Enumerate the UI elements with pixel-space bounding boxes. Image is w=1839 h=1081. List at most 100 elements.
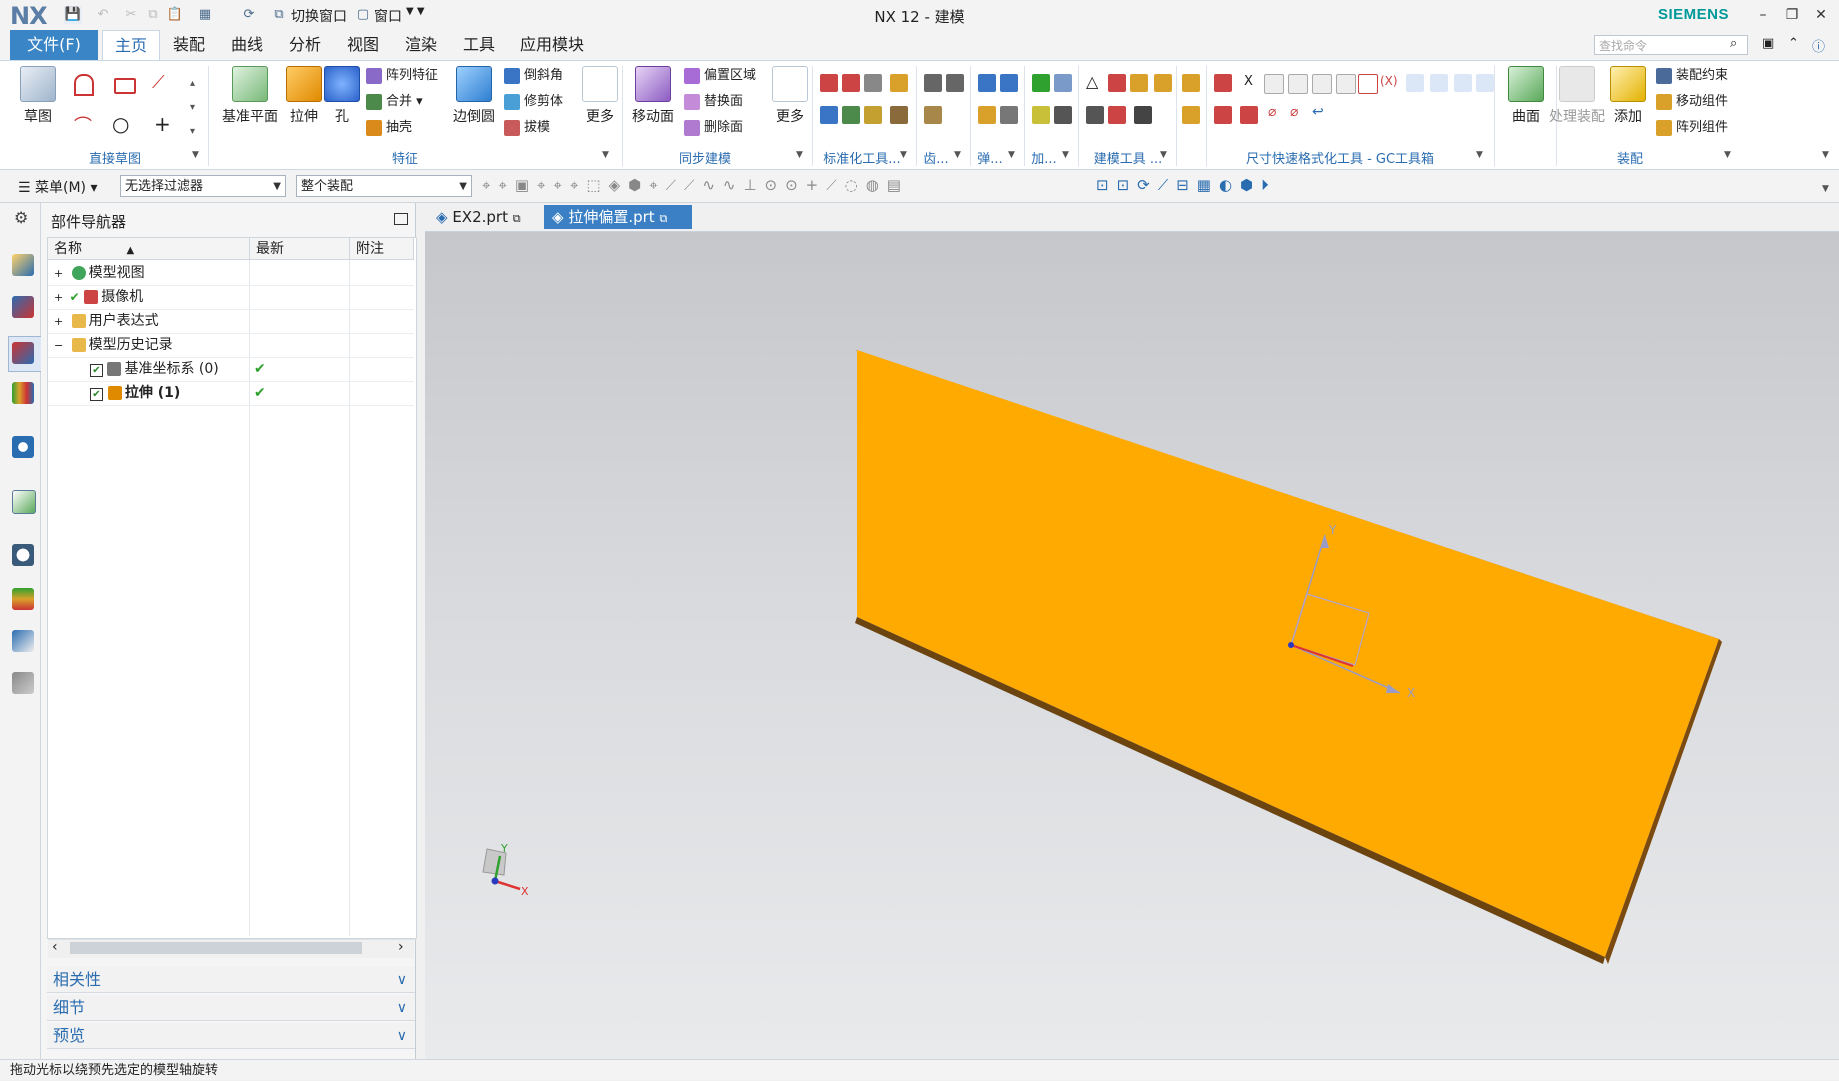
spring-tool-icon[interactable]	[1000, 74, 1018, 92]
chevron-down-icon[interactable]: ▼	[1724, 150, 1731, 160]
machining-tool-icon[interactable]	[1054, 106, 1072, 124]
system-materials-icon[interactable]	[12, 588, 34, 610]
feature-more-button[interactable]: 更多	[574, 66, 626, 126]
expand-icon[interactable]: +	[54, 291, 63, 304]
edge-blend-button[interactable]: 边倒圆	[448, 66, 500, 126]
doc-tab-ex2[interactable]: ◈ EX2.prt ⧉	[428, 205, 540, 229]
snap-point-icons[interactable]: ⌖⌖▣⌖⌖⌖⬚◈⬢⌖⟋⟋∿∿⊥⊙⊙+⟋◌◍▤	[482, 176, 909, 194]
tab-view[interactable]: 视图	[338, 30, 388, 60]
tree-node-user-expressions[interactable]: + 用户表达式	[48, 309, 414, 334]
dimension-format-icon[interactable]	[1430, 74, 1448, 92]
gear-tool-icon[interactable]	[924, 106, 942, 124]
column-header-latest[interactable]: 最新	[250, 238, 350, 260]
gc-tool-icon[interactable]	[820, 74, 838, 92]
roles-icon[interactable]	[12, 672, 34, 694]
dimension-format-icon[interactable]: (X)	[1380, 74, 1398, 88]
draft-button[interactable]: 拔模	[504, 117, 550, 139]
sketch-gallery-scroll-icon[interactable]: ▴ ▾ ▾	[190, 72, 195, 144]
modeling-tool-icon[interactable]	[1086, 106, 1104, 124]
diameter-icon[interactable]: ⌀	[1268, 104, 1276, 120]
spring-tool-icon[interactable]	[978, 106, 996, 124]
replace-face-button[interactable]: 替换面	[684, 91, 743, 113]
diameter-icon[interactable]: ⌀	[1290, 104, 1298, 120]
dimension-format-icon[interactable]	[1312, 74, 1332, 94]
panel-preview[interactable]: 预览 ∨	[47, 1023, 415, 1049]
assembly-constraint-button[interactable]: 装配约束	[1656, 65, 1728, 87]
type-filter-select[interactable]: 无选择过滤器 ▼	[120, 175, 286, 197]
profile-icon[interactable]	[74, 74, 94, 96]
view-tool-icons[interactable]: ⊡⊡⟳⟋⊟▦◐⬢⏵	[1096, 176, 1277, 194]
search-icon[interactable]: ⌕	[1730, 36, 1737, 51]
dimension-format-icon[interactable]	[1476, 74, 1494, 92]
restore-icon[interactable]: ❐	[1781, 4, 1803, 26]
menu-button[interactable]: ☰ 菜单(M) ▾	[18, 177, 98, 197]
collapse-ribbon-icon[interactable]: ⌃	[1788, 36, 1799, 51]
extruded-part-face[interactable]	[857, 350, 1719, 957]
dimension-format-icon[interactable]	[1406, 74, 1424, 92]
chevron-down-icon[interactable]: ▼	[1008, 150, 1015, 160]
dimension-format-icon[interactable]: X	[1244, 74, 1253, 89]
chevron-down-icon[interactable]: ▼	[602, 150, 609, 160]
tab-analysis[interactable]: 分析	[280, 30, 330, 60]
tab-curve[interactable]: 曲线	[222, 30, 272, 60]
process-studio-icon[interactable]	[12, 630, 34, 652]
triangle-tool-icon[interactable]: △	[1086, 72, 1098, 91]
dimension-format-icon[interactable]	[1454, 74, 1472, 92]
ribbon-options-icon[interactable]: ▣	[1762, 36, 1774, 51]
tree-node-model-views[interactable]: + 模型视图	[48, 261, 414, 286]
sketch-button[interactable]: 草图	[12, 66, 64, 126]
gear-icon[interactable]: ⚙	[14, 208, 28, 227]
column-header-name[interactable]: 名称 ▲	[48, 238, 250, 260]
tab-assembly[interactable]: 装配	[164, 30, 214, 60]
reuse-library-icon[interactable]	[12, 382, 34, 404]
tree-node-extrude[interactable]: ✔ 拉伸 (1) ✔	[48, 381, 414, 406]
tab-tools[interactable]: 工具	[454, 30, 504, 60]
scroll-right-icon[interactable]: ›	[398, 939, 404, 955]
gear-tool-icon[interactable]	[924, 74, 942, 92]
visibility-checkbox[interactable]: ✔	[90, 364, 103, 377]
doc-tab-extrude-offset[interactable]: ◈ 拉伸偏置.prt ⧉ ✕	[544, 205, 692, 252]
close-icon[interactable]: ✕	[1810, 4, 1832, 26]
model-view[interactable]: Y X Y X	[425, 232, 1839, 1059]
circle-icon[interactable]: ○	[112, 112, 129, 136]
point-icon[interactable]: +	[154, 112, 171, 136]
dimension-format-icon[interactable]	[1264, 74, 1284, 94]
machining-tool-icon[interactable]	[1032, 106, 1050, 124]
tree-node-datum-csys[interactable]: ✔ 基准坐标系 (0) ✔	[48, 357, 414, 382]
gc-tool-icon[interactable]	[842, 106, 860, 124]
dimension-format-icon[interactable]	[1240, 106, 1258, 124]
machining-tool-icon[interactable]	[1032, 74, 1050, 92]
modeling-tool-icon[interactable]	[1154, 74, 1172, 92]
gc-tool-icon[interactable]	[890, 106, 908, 124]
chevron-down-icon[interactable]: ▼	[1476, 150, 1483, 160]
ribbon-options-icon[interactable]: ▼	[1822, 150, 1829, 160]
dimension-format-icon[interactable]	[1288, 74, 1308, 94]
history-icon[interactable]	[12, 490, 36, 514]
assembly-navigator-icon[interactable]	[12, 254, 34, 276]
move-component-button[interactable]: 移动组件	[1656, 91, 1728, 113]
sync-more-button[interactable]: 更多	[764, 66, 816, 126]
selection-scope-select[interactable]: 整个装配 ▼	[296, 175, 472, 197]
add-component-button[interactable]: 添加	[1604, 66, 1652, 126]
scroll-left-icon[interactable]: ‹	[52, 939, 58, 955]
column-header-notes[interactable]: 附注	[350, 238, 414, 260]
pin-icon[interactable]: ⧉	[659, 212, 667, 225]
spring-tool-icon[interactable]	[978, 74, 996, 92]
chevron-down-icon[interactable]: ▼	[1160, 150, 1167, 160]
modeling-tool-icon[interactable]	[1108, 74, 1126, 92]
tree-node-model-history[interactable]: − 模型历史记录	[48, 333, 414, 358]
wcs-origin[interactable]	[1288, 642, 1294, 648]
tab-applications[interactable]: 应用模块	[512, 30, 592, 60]
machining-tool-icon[interactable]	[1054, 74, 1072, 92]
scrollbar-thumb[interactable]	[70, 942, 362, 954]
shell-button[interactable]: 抽壳	[366, 117, 412, 139]
toolbar-options-icon[interactable]: ▼	[1822, 184, 1829, 194]
modeling-tool-icon[interactable]	[1130, 74, 1148, 92]
rectangle-icon[interactable]	[114, 78, 136, 94]
chevron-down-icon[interactable]: ▼	[1062, 150, 1069, 160]
constraint-navigator-icon[interactable]	[12, 296, 34, 318]
pattern-component-button[interactable]: 阵列组件	[1656, 117, 1728, 139]
expand-icon[interactable]: +	[54, 315, 63, 328]
tab-render[interactable]: 渲染	[396, 30, 446, 60]
gc-tool-icon[interactable]	[864, 106, 882, 124]
